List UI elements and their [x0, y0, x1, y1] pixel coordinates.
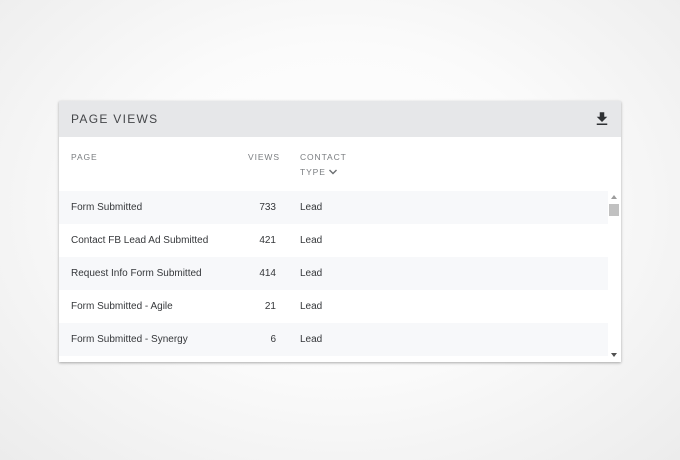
column-header-page[interactable]: PAGE [71, 150, 98, 165]
column-header-contact-line2: TYPE [300, 167, 326, 177]
cell-contact-type: Lead [300, 235, 323, 246]
cell-page: Form Submitted - Synergy [71, 334, 188, 345]
table-row[interactable]: Request Info Form Submitted 414 Lead [59, 257, 608, 290]
column-header-contact-type[interactable]: CONTACT TYPE [300, 150, 347, 180]
cell-contact-type: Lead [300, 202, 323, 213]
cell-views: 421 [259, 235, 276, 246]
cell-page: Form Submitted [71, 202, 143, 213]
column-header-contact-line1: CONTACT [300, 152, 347, 162]
table-row[interactable]: Form Submitted - Synergy 6 Lead [59, 323, 608, 356]
widget-title: PAGE VIEWS [71, 112, 159, 126]
cell-page: Form Submitted - Agile [71, 301, 173, 312]
download-icon [596, 112, 608, 125]
cell-views: 414 [259, 268, 276, 279]
table-body: Form Submitted 733 Lead Contact FB Lead … [59, 191, 608, 362]
column-header-views[interactable]: VIEWS [248, 150, 280, 165]
table-header: PAGE VIEWS CONTACT TYPE [59, 137, 621, 191]
scrollbar-thumb[interactable] [609, 204, 619, 216]
chevron-down-icon[interactable] [328, 167, 338, 177]
cell-page: Contact FB Lead Ad Submitted [71, 235, 209, 246]
table-row[interactable]: Form Submitted - Agile 21 Lead [59, 290, 608, 323]
page-views-widget: PAGE VIEWS PAGE VIEWS CONTACT TYPE Form … [59, 101, 621, 362]
table-row[interactable]: Form Submitted 733 Lead [59, 191, 608, 224]
download-button[interactable] [593, 110, 611, 128]
vertical-scrollbar[interactable] [608, 191, 621, 362]
table-row[interactable]: Contact FB Lead Ad Submitted 421 Lead [59, 224, 608, 257]
cell-views: 6 [270, 334, 276, 345]
scroll-down-arrow[interactable] [611, 353, 617, 357]
scroll-up-arrow[interactable] [611, 195, 617, 199]
cell-views: 733 [259, 202, 276, 213]
cell-contact-type: Lead [300, 334, 323, 345]
widget-header: PAGE VIEWS [59, 101, 621, 137]
cell-views: 21 [264, 301, 276, 312]
cell-contact-type: Lead [300, 268, 323, 279]
cell-page: Request Info Form Submitted [71, 268, 202, 279]
cell-contact-type: Lead [300, 301, 323, 312]
